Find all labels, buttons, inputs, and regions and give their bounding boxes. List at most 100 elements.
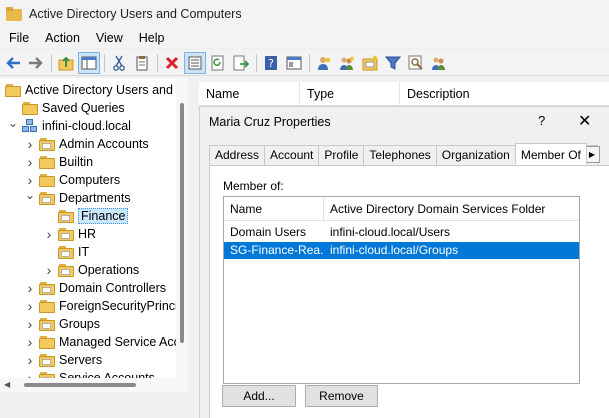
- ou-folder-icon: [58, 245, 74, 259]
- toolbar: ?: [0, 50, 609, 76]
- tab-account[interactable]: Account: [264, 145, 320, 165]
- member-folder: infini-cloud.local/Groups: [330, 243, 459, 257]
- menu-view[interactable]: View: [88, 28, 131, 48]
- tree-item-label: Computers: [59, 173, 121, 187]
- column-description[interactable]: Description: [400, 82, 609, 106]
- chevron-down-icon[interactable]: ⌄: [8, 116, 18, 130]
- tab-telephones[interactable]: Telephones: [363, 145, 437, 165]
- tree-horizontal-scrollbar[interactable]: ◀: [0, 378, 188, 392]
- tree-item-label: ForeignSecurityPrinci: [59, 299, 178, 313]
- folder-icon: [39, 299, 55, 313]
- chevron-right-icon[interactable]: ›: [25, 298, 35, 314]
- tree-item-departments[interactable]: ⌄ Departments: [25, 188, 131, 207]
- mmc-icon[interactable]: [283, 52, 305, 74]
- tab-address[interactable]: Address: [209, 145, 266, 165]
- cut-icon[interactable]: [108, 52, 130, 74]
- add-to-group-icon[interactable]: [428, 52, 450, 74]
- console-tree-icon[interactable]: [78, 51, 100, 74]
- up-folder-icon[interactable]: [55, 52, 77, 74]
- chevron-right-icon[interactable]: ›: [25, 334, 35, 350]
- filter-icon[interactable]: [382, 52, 404, 74]
- tab-profile[interactable]: Profile: [318, 145, 365, 165]
- remove-button[interactable]: Remove: [305, 385, 378, 407]
- tree-item-label: Saved Queries: [42, 101, 125, 115]
- tree-item-hr[interactable]: › HR: [44, 225, 96, 243]
- ou-folder-icon: [58, 227, 74, 241]
- ou-folder-icon: [39, 317, 55, 331]
- tree-root[interactable]: Active Directory Users and Co: [5, 81, 187, 99]
- tree-item-servers[interactable]: › Servers: [25, 351, 102, 369]
- tree-item-operations[interactable]: › Operations: [44, 261, 140, 279]
- member-column-name[interactable]: Name: [224, 197, 324, 220]
- refresh-icon[interactable]: [207, 52, 229, 74]
- chevron-right-icon[interactable]: ›: [25, 136, 35, 152]
- new-user-icon[interactable]: [313, 52, 335, 74]
- member-name: Domain Users: [230, 225, 307, 239]
- member-of-label: Member of:: [223, 179, 284, 193]
- aduc-app-icon: [6, 7, 22, 21]
- tree-item-label: Domain Controllers: [59, 281, 166, 295]
- ou-folder-icon: [39, 281, 55, 295]
- tree-item-label: Finance: [78, 208, 129, 224]
- chevron-right-icon[interactable]: ›: [25, 172, 35, 188]
- back-arrow-icon[interactable]: [2, 52, 24, 74]
- scroll-left-icon[interactable]: ◀: [4, 380, 10, 389]
- tab-organization[interactable]: Organization: [435, 145, 516, 165]
- tree-item-infini-cloud-local[interactable]: ⌄ infini-cloud.local: [8, 116, 131, 135]
- tree-item-groups[interactable]: › Groups: [25, 315, 100, 333]
- add-button[interactable]: Add...: [222, 385, 296, 407]
- tree-item-it[interactable]: IT: [44, 243, 89, 261]
- folder-icon: [22, 101, 38, 115]
- find-icon[interactable]: [405, 52, 427, 74]
- tree-item-label: Operations: [78, 263, 140, 277]
- tree-item-domain-controllers[interactable]: › Domain Controllers: [25, 279, 166, 297]
- tree-item-label: IT: [78, 245, 90, 259]
- window-title: Active Directory Users and Computers: [29, 7, 242, 21]
- properties-icon[interactable]: [184, 51, 206, 74]
- tree-vertical-scrollbar[interactable]: [176, 78, 188, 378]
- chevron-right-icon[interactable]: ›: [25, 154, 35, 170]
- member-row-selected[interactable]: SG-Finance-Rea... infini-cloud.local/Gro…: [224, 242, 579, 259]
- help-button[interactable]: ?: [538, 113, 545, 128]
- column-type[interactable]: Type: [300, 82, 400, 106]
- chevron-right-icon[interactable]: ›: [44, 262, 54, 278]
- close-icon[interactable]: ✕: [578, 111, 591, 131]
- tree-item-finance[interactable]: Finance: [44, 207, 129, 225]
- member-list-header: Name Active Directory Domain Services Fo…: [224, 197, 579, 221]
- dialog-title: Maria Cruz Properties: [209, 115, 331, 129]
- ou-folder-icon: [58, 209, 74, 223]
- tree-item-computers[interactable]: › Computers: [25, 171, 120, 189]
- forward-arrow-icon[interactable]: [25, 52, 47, 74]
- menu-help[interactable]: Help: [131, 28, 173, 48]
- export-icon[interactable]: [230, 52, 252, 74]
- chevron-right-icon[interactable]: ›: [25, 352, 35, 368]
- tree-item-saved-queries[interactable]: Saved Queries: [8, 99, 125, 117]
- new-group-icon[interactable]: [336, 52, 358, 74]
- chevron-right-icon[interactable]: ›: [25, 280, 35, 296]
- help-icon[interactable]: ?: [260, 52, 282, 74]
- chevron-right-icon[interactable]: ›: [25, 316, 35, 332]
- delete-icon[interactable]: [161, 52, 183, 74]
- copy-icon[interactable]: [131, 52, 153, 74]
- tree-item-managed-service-acc[interactable]: › Managed Service Acc: [25, 333, 180, 351]
- member-row[interactable]: Domain Users infini-cloud.local/Users: [224, 224, 579, 241]
- new-ou-icon[interactable]: [359, 52, 381, 74]
- tree-item-label: Groups: [59, 317, 100, 331]
- tree-item-builtin[interactable]: › Builtin: [25, 153, 93, 171]
- menu-file[interactable]: File: [0, 28, 37, 48]
- member-column-folder[interactable]: Active Directory Domain Services Folder: [324, 197, 579, 220]
- menu-action[interactable]: Action: [37, 28, 88, 48]
- tree-item-foreignsecurityprinci[interactable]: › ForeignSecurityPrinci: [25, 297, 178, 315]
- member-of-panel: Member of: Name Active Directory Domain …: [209, 165, 609, 418]
- chevron-down-icon[interactable]: ⌄: [25, 188, 35, 202]
- chevron-right-icon[interactable]: ›: [44, 226, 54, 242]
- member-of-list[interactable]: Name Active Directory Domain Services Fo…: [223, 196, 580, 384]
- tree-item-label: Admin Accounts: [59, 137, 149, 151]
- ou-folder-icon: [39, 353, 55, 367]
- tree-item-admin-accounts[interactable]: › Admin Accounts: [25, 135, 149, 153]
- column-name[interactable]: Name: [199, 82, 300, 106]
- tab-member-of[interactable]: Member Of: [514, 143, 587, 165]
- title-bar: Active Directory Users and Computers: [0, 0, 609, 28]
